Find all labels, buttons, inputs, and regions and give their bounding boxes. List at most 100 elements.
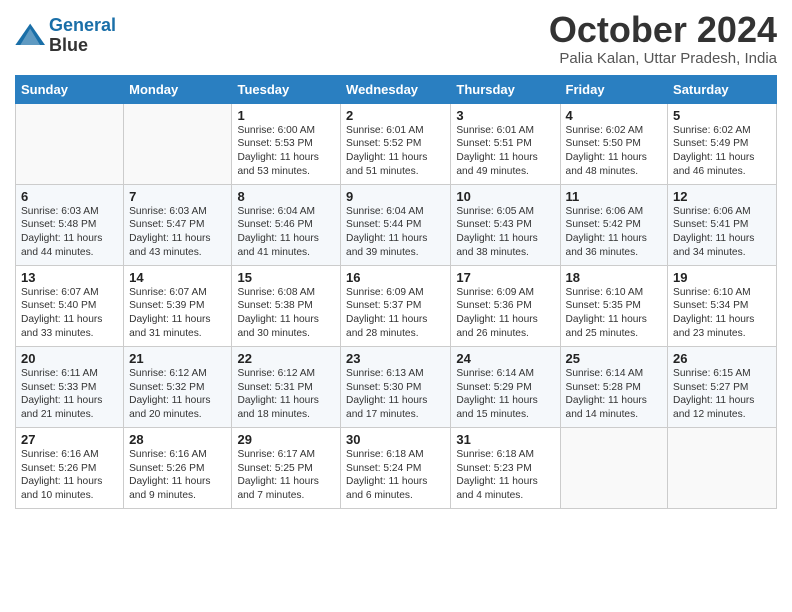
weekday-header: Wednesday	[341, 75, 451, 103]
calendar-cell: 7 Sunrise: 6:03 AMSunset: 5:47 PMDayligh…	[124, 184, 232, 265]
calendar-cell: 4 Sunrise: 6:02 AMSunset: 5:50 PMDayligh…	[560, 103, 668, 184]
day-number: 22	[237, 351, 335, 366]
day-info: Sunrise: 6:07 AMSunset: 5:39 PMDaylight:…	[129, 287, 210, 339]
day-number: 17	[456, 270, 554, 285]
day-number: 7	[129, 189, 226, 204]
calendar-cell	[560, 427, 668, 508]
day-info: Sunrise: 6:14 AMSunset: 5:29 PMDaylight:…	[456, 368, 537, 420]
day-number: 9	[346, 189, 445, 204]
day-number: 25	[566, 351, 663, 366]
calendar-cell: 28 Sunrise: 6:16 AMSunset: 5:26 PMDaylig…	[124, 427, 232, 508]
calendar-table: SundayMondayTuesdayWednesdayThursdayFrid…	[15, 75, 777, 509]
logo-text: General Blue	[49, 16, 116, 56]
calendar-cell: 21 Sunrise: 6:12 AMSunset: 5:32 PMDaylig…	[124, 346, 232, 427]
calendar-cell: 17 Sunrise: 6:09 AMSunset: 5:36 PMDaylig…	[451, 265, 560, 346]
day-number: 4	[566, 108, 663, 123]
day-number: 31	[456, 432, 554, 447]
day-info: Sunrise: 6:10 AMSunset: 5:34 PMDaylight:…	[673, 287, 754, 339]
calendar-cell	[16, 103, 124, 184]
weekday-header: Sunday	[16, 75, 124, 103]
day-number: 23	[346, 351, 445, 366]
day-number: 10	[456, 189, 554, 204]
calendar-week-row: 6 Sunrise: 6:03 AMSunset: 5:48 PMDayligh…	[16, 184, 777, 265]
day-info: Sunrise: 6:06 AMSunset: 5:41 PMDaylight:…	[673, 206, 754, 258]
weekday-header: Saturday	[668, 75, 777, 103]
day-info: Sunrise: 6:14 AMSunset: 5:28 PMDaylight:…	[566, 368, 647, 420]
day-info: Sunrise: 6:05 AMSunset: 5:43 PMDaylight:…	[456, 206, 537, 258]
calendar-cell	[668, 427, 777, 508]
calendar-cell: 16 Sunrise: 6:09 AMSunset: 5:37 PMDaylig…	[341, 265, 451, 346]
calendar-cell: 10 Sunrise: 6:05 AMSunset: 5:43 PMDaylig…	[451, 184, 560, 265]
calendar-cell: 31 Sunrise: 6:18 AMSunset: 5:23 PMDaylig…	[451, 427, 560, 508]
calendar-cell: 30 Sunrise: 6:18 AMSunset: 5:24 PMDaylig…	[341, 427, 451, 508]
calendar-cell: 3 Sunrise: 6:01 AMSunset: 5:51 PMDayligh…	[451, 103, 560, 184]
calendar-cell: 29 Sunrise: 6:17 AMSunset: 5:25 PMDaylig…	[232, 427, 341, 508]
day-number: 8	[237, 189, 335, 204]
title-block: October 2024 Palia Kalan, Uttar Pradesh,…	[549, 10, 777, 67]
day-info: Sunrise: 6:03 AMSunset: 5:47 PMDaylight:…	[129, 206, 210, 258]
calendar-week-row: 13 Sunrise: 6:07 AMSunset: 5:40 PMDaylig…	[16, 265, 777, 346]
calendar-cell: 15 Sunrise: 6:08 AMSunset: 5:38 PMDaylig…	[232, 265, 341, 346]
calendar-cell: 25 Sunrise: 6:14 AMSunset: 5:28 PMDaylig…	[560, 346, 668, 427]
day-info: Sunrise: 6:18 AMSunset: 5:24 PMDaylight:…	[346, 449, 427, 501]
calendar-week-row: 20 Sunrise: 6:11 AMSunset: 5:33 PMDaylig…	[16, 346, 777, 427]
day-info: Sunrise: 6:18 AMSunset: 5:23 PMDaylight:…	[456, 449, 537, 501]
calendar-cell: 5 Sunrise: 6:02 AMSunset: 5:49 PMDayligh…	[668, 103, 777, 184]
day-number: 6	[21, 189, 118, 204]
calendar-cell: 14 Sunrise: 6:07 AMSunset: 5:39 PMDaylig…	[124, 265, 232, 346]
day-number: 18	[566, 270, 663, 285]
day-number: 21	[129, 351, 226, 366]
day-number: 29	[237, 432, 335, 447]
calendar-cell: 18 Sunrise: 6:10 AMSunset: 5:35 PMDaylig…	[560, 265, 668, 346]
calendar-cell: 23 Sunrise: 6:13 AMSunset: 5:30 PMDaylig…	[341, 346, 451, 427]
calendar-week-row: 27 Sunrise: 6:16 AMSunset: 5:26 PMDaylig…	[16, 427, 777, 508]
day-info: Sunrise: 6:09 AMSunset: 5:36 PMDaylight:…	[456, 287, 537, 339]
location: Palia Kalan, Uttar Pradesh, India	[549, 50, 777, 67]
day-info: Sunrise: 6:17 AMSunset: 5:25 PMDaylight:…	[237, 449, 318, 501]
day-number: 13	[21, 270, 118, 285]
calendar-cell: 9 Sunrise: 6:04 AMSunset: 5:44 PMDayligh…	[341, 184, 451, 265]
weekday-header: Tuesday	[232, 75, 341, 103]
calendar-cell: 26 Sunrise: 6:15 AMSunset: 5:27 PMDaylig…	[668, 346, 777, 427]
day-number: 11	[566, 189, 663, 204]
calendar-cell: 19 Sunrise: 6:10 AMSunset: 5:34 PMDaylig…	[668, 265, 777, 346]
day-info: Sunrise: 6:10 AMSunset: 5:35 PMDaylight:…	[566, 287, 647, 339]
day-number: 2	[346, 108, 445, 123]
day-info: Sunrise: 6:13 AMSunset: 5:30 PMDaylight:…	[346, 368, 427, 420]
calendar-cell: 8 Sunrise: 6:04 AMSunset: 5:46 PMDayligh…	[232, 184, 341, 265]
calendar-cell: 20 Sunrise: 6:11 AMSunset: 5:33 PMDaylig…	[16, 346, 124, 427]
day-number: 1	[237, 108, 335, 123]
day-info: Sunrise: 6:02 AMSunset: 5:50 PMDaylight:…	[566, 125, 647, 177]
day-number: 30	[346, 432, 445, 447]
day-info: Sunrise: 6:08 AMSunset: 5:38 PMDaylight:…	[237, 287, 318, 339]
day-number: 12	[673, 189, 771, 204]
day-info: Sunrise: 6:11 AMSunset: 5:33 PMDaylight:…	[21, 368, 102, 420]
day-number: 14	[129, 270, 226, 285]
day-number: 5	[673, 108, 771, 123]
day-number: 24	[456, 351, 554, 366]
calendar-cell: 12 Sunrise: 6:06 AMSunset: 5:41 PMDaylig…	[668, 184, 777, 265]
month-title: October 2024	[549, 10, 777, 50]
day-info: Sunrise: 6:09 AMSunset: 5:37 PMDaylight:…	[346, 287, 427, 339]
calendar-cell	[124, 103, 232, 184]
day-number: 16	[346, 270, 445, 285]
day-info: Sunrise: 6:04 AMSunset: 5:44 PMDaylight:…	[346, 206, 427, 258]
calendar-week-row: 1 Sunrise: 6:00 AMSunset: 5:53 PMDayligh…	[16, 103, 777, 184]
logo-icon	[15, 22, 47, 50]
calendar-cell: 1 Sunrise: 6:00 AMSunset: 5:53 PMDayligh…	[232, 103, 341, 184]
calendar-cell: 2 Sunrise: 6:01 AMSunset: 5:52 PMDayligh…	[341, 103, 451, 184]
day-number: 20	[21, 351, 118, 366]
day-info: Sunrise: 6:16 AMSunset: 5:26 PMDaylight:…	[21, 449, 102, 501]
day-info: Sunrise: 6:16 AMSunset: 5:26 PMDaylight:…	[129, 449, 210, 501]
day-number: 26	[673, 351, 771, 366]
day-number: 3	[456, 108, 554, 123]
weekday-header: Monday	[124, 75, 232, 103]
calendar-cell: 11 Sunrise: 6:06 AMSunset: 5:42 PMDaylig…	[560, 184, 668, 265]
day-info: Sunrise: 6:01 AMSunset: 5:52 PMDaylight:…	[346, 125, 427, 177]
day-info: Sunrise: 6:00 AMSunset: 5:53 PMDaylight:…	[237, 125, 318, 177]
logo: General Blue	[15, 16, 116, 56]
day-info: Sunrise: 6:12 AMSunset: 5:32 PMDaylight:…	[129, 368, 210, 420]
calendar-cell: 27 Sunrise: 6:16 AMSunset: 5:26 PMDaylig…	[16, 427, 124, 508]
calendar-cell: 24 Sunrise: 6:14 AMSunset: 5:29 PMDaylig…	[451, 346, 560, 427]
calendar-cell: 22 Sunrise: 6:12 AMSunset: 5:31 PMDaylig…	[232, 346, 341, 427]
